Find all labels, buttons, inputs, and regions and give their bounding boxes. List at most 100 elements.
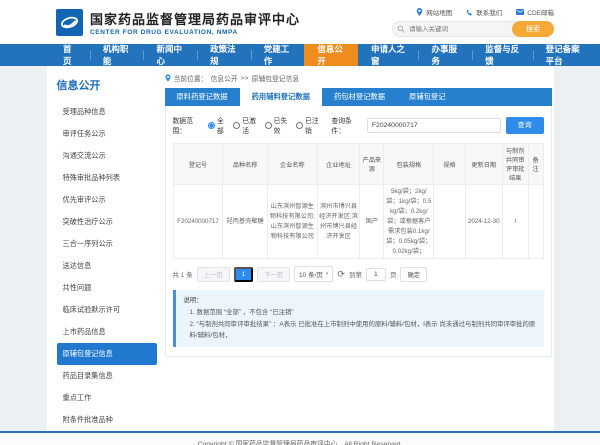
sidebar-item-communication[interactable]: 沟通交流公示 <box>57 145 157 167</box>
radio-all-input[interactable] <box>208 122 215 129</box>
cell-registration-no: F20240000717 <box>173 185 223 259</box>
page-size-select[interactable]: 10 条/页 ▾ <box>294 266 333 282</box>
breadcrumb: 当前位置： 信息公开 >> 原辅包登记信息 <box>165 73 552 83</box>
prev-page-button[interactable]: 上一页 <box>197 267 230 282</box>
header-utilities: 网站地图 联系我们 CDE邮箱 搜索 <box>392 7 554 37</box>
chevron-down-icon: ▾ <box>326 271 329 277</box>
nav-item-functions[interactable]: 机构职能 <box>90 44 144 66</box>
col-company-address: 企业地址 <box>317 144 360 185</box>
sidebar-item-breakthrough-therapy[interactable]: 突破性治疗公示 <box>57 211 157 233</box>
sidebar-item-review-tasks[interactable]: 审评任务公示 <box>57 123 157 145</box>
sidebar-item-accepted-varieties[interactable]: 受理品种信息 <box>57 101 157 123</box>
site-title: 国家药品监督管理局药品审评中心 <box>90 9 300 28</box>
radio-all[interactable]: 全部 <box>208 115 228 135</box>
main-area: 信息公开 受理品种信息 审评任务公示 沟通交流公示 特殊审批品种列表 优先审评公… <box>47 66 554 431</box>
nav-item-news[interactable]: 新闻中心 <box>143 44 197 66</box>
page-size-value: 10 条/页 <box>299 269 323 279</box>
col-variety-name: 品种名称 <box>223 144 267 185</box>
next-page-button[interactable]: 下一页 <box>257 267 290 282</box>
sitemap-label: 网站地图 <box>426 7 452 17</box>
note-line-1: 1. 数据范围 “全部” ，不包含 “已注销” <box>184 307 536 319</box>
nav-item-registration-platform[interactable]: 登记备案平台 <box>533 44 600 66</box>
query-button[interactable]: 查询 <box>506 117 544 134</box>
content-area: 当前位置： 信息公开 >> 原辅包登记信息 原料药登记数据 药用辅料登记数据 药… <box>165 73 554 431</box>
cell-remarks <box>528 185 543 259</box>
radio-expired-label: 已失效 <box>274 115 291 135</box>
radio-expired-input[interactable] <box>265 122 272 129</box>
cell-company-address: 滨州市博兴县经济开发区;滨州市博兴县经济开发区 <box>317 185 360 259</box>
pagination: 共 1 条 上一页 1 下一页 10 条/页 ▾ ⟳ 到第 页 确定 <box>173 266 544 282</box>
scope-label: 数据范围： <box>173 115 204 135</box>
cell-spec <box>434 185 465 259</box>
cell-product-source: 国产 <box>360 185 384 259</box>
cde-mail-link[interactable]: CDE邮箱 <box>516 7 554 17</box>
col-company-name: 企业名称 <box>267 144 317 185</box>
search-button[interactable]: 搜索 <box>512 21 554 37</box>
phone-icon <box>466 9 473 16</box>
sidebar-item-special-approval[interactable]: 特殊审批品种列表 <box>57 167 157 189</box>
query-label: 查询条件： <box>331 115 362 135</box>
goto-suffix: 页 <box>390 269 397 279</box>
breadcrumb-section[interactable]: 信息公开 <box>210 73 237 83</box>
sidebar-item-key-work[interactable]: 重点工作 <box>57 387 157 409</box>
col-product-source: 产品来源 <box>360 144 384 185</box>
goto-prefix: 到第 <box>349 269 362 279</box>
brand: 国家药品监督管理局药品审评中心 CENTER FOR DRUG EVALUATI… <box>56 9 300 36</box>
search-bar: 搜索 <box>392 21 554 37</box>
col-registration-no: 登记号 <box>173 144 223 185</box>
nav-item-info-disclosure[interactable]: 信息公开 <box>304 44 358 66</box>
sidebar-item-three-in-one[interactable]: 三合一序列公示 <box>57 233 157 255</box>
cde-mail-label: CDE邮箱 <box>527 7 554 17</box>
sidebar-item-priority-review[interactable]: 优先审评公示 <box>57 189 157 211</box>
copyright-line: Copyright © 国家药品监督管理局药品审评中心 All Right Re… <box>0 439 600 445</box>
radio-expired[interactable]: 已失效 <box>265 115 291 135</box>
radio-all-label: 全部 <box>217 115 228 135</box>
tab-raw-excipient-packaging[interactable]: 原辅包登记 <box>397 88 457 106</box>
table-row[interactable]: F20240000717 羟丙基壳聚糖 山东滨州智源生物科技有限公司;山东滨州智… <box>173 185 543 259</box>
breadcrumb-label: 当前位置： <box>174 73 208 83</box>
radio-cancelled-input[interactable] <box>296 122 303 129</box>
sidebar-item-drug-catalog[interactable]: 药品目录集信息 <box>57 365 157 387</box>
col-spec: 规格 <box>434 144 465 185</box>
nav-item-home[interactable]: 首页 <box>50 44 90 66</box>
nav-item-applicant[interactable]: 申请人之窗 <box>358 44 419 66</box>
col-remarks: 备注 <box>528 144 543 185</box>
goto-confirm-button[interactable]: 确定 <box>400 267 427 282</box>
nav-item-supervision[interactable]: 监督与反馈 <box>472 44 533 66</box>
sidebar-item-delivery-info[interactable]: 送达信息 <box>57 255 157 277</box>
radio-activated[interactable]: 已激活 <box>233 115 259 135</box>
sitemap-link[interactable]: 网站地图 <box>416 7 452 17</box>
tab-api-registration[interactable]: 原料药登记数据 <box>165 88 240 106</box>
table-header-row: 登记号 品种名称 企业名称 企业地址 产品来源 包装规格 规格 更新日期 与制剂… <box>173 144 543 185</box>
query-input[interactable] <box>367 118 501 133</box>
radio-activated-input[interactable] <box>233 122 240 129</box>
sidebar-item-marketed-drugs[interactable]: 上市药品信息 <box>57 321 157 343</box>
notes-title: 说明： <box>184 295 536 307</box>
site-header: 国家药品监督管理局药品审评中心 CENTER FOR DRUG EVALUATI… <box>0 0 600 44</box>
sidebar: 信息公开 受理品种信息 审评任务公示 沟通交流公示 特殊审批品种列表 优先审评公… <box>47 73 157 431</box>
cell-variety-name: 羟丙基壳聚糖 <box>223 185 267 259</box>
search-icon <box>397 25 405 33</box>
tab-packaging-registration[interactable]: 药包材登记数据 <box>322 88 397 106</box>
goto-page-input[interactable] <box>366 268 386 281</box>
refresh-icon[interactable]: ⟳ <box>337 270 345 279</box>
location-pin-icon <box>416 8 423 16</box>
sidebar-item-raw-excipient-packaging[interactable]: 原辅包登记信息 <box>57 343 157 365</box>
contact-link[interactable]: 联系我们 <box>466 7 502 17</box>
cell-company-name: 山东滨州智源生物科技有限公司;山东滨州智源生物科技有限公司 <box>267 185 317 259</box>
site-footer: Copyright © 国家药品监督管理局药品审评中心 All Right Re… <box>0 431 600 445</box>
nav-item-party[interactable]: 党建工作 <box>251 44 305 66</box>
notes-box: 说明： 1. 数据范围 “全部” ，不包含 “已注销” 2. “与制剂共同审评审… <box>173 290 544 346</box>
nav-item-services[interactable]: 办事服务 <box>418 44 472 66</box>
tab-excipient-registration[interactable]: 药用辅料登记数据 <box>240 88 322 106</box>
cell-update-date: 2024-12-30 <box>465 185 502 259</box>
page-1-button[interactable]: 1 <box>234 267 254 282</box>
radio-cancelled-label: 已注销 <box>305 115 322 135</box>
mail-icon <box>516 9 524 15</box>
sidebar-item-common-issues[interactable]: 共性问题 <box>57 277 157 299</box>
nav-item-policy[interactable]: 政策法规 <box>197 44 251 66</box>
sidebar-item-conditional-approval[interactable]: 附条件批准品种 <box>57 409 157 431</box>
radio-cancelled[interactable]: 已注销 <box>296 115 322 135</box>
contact-label: 联系我们 <box>476 7 502 17</box>
sidebar-item-clinical-trial-license[interactable]: 临床试验默示许可 <box>57 299 157 321</box>
